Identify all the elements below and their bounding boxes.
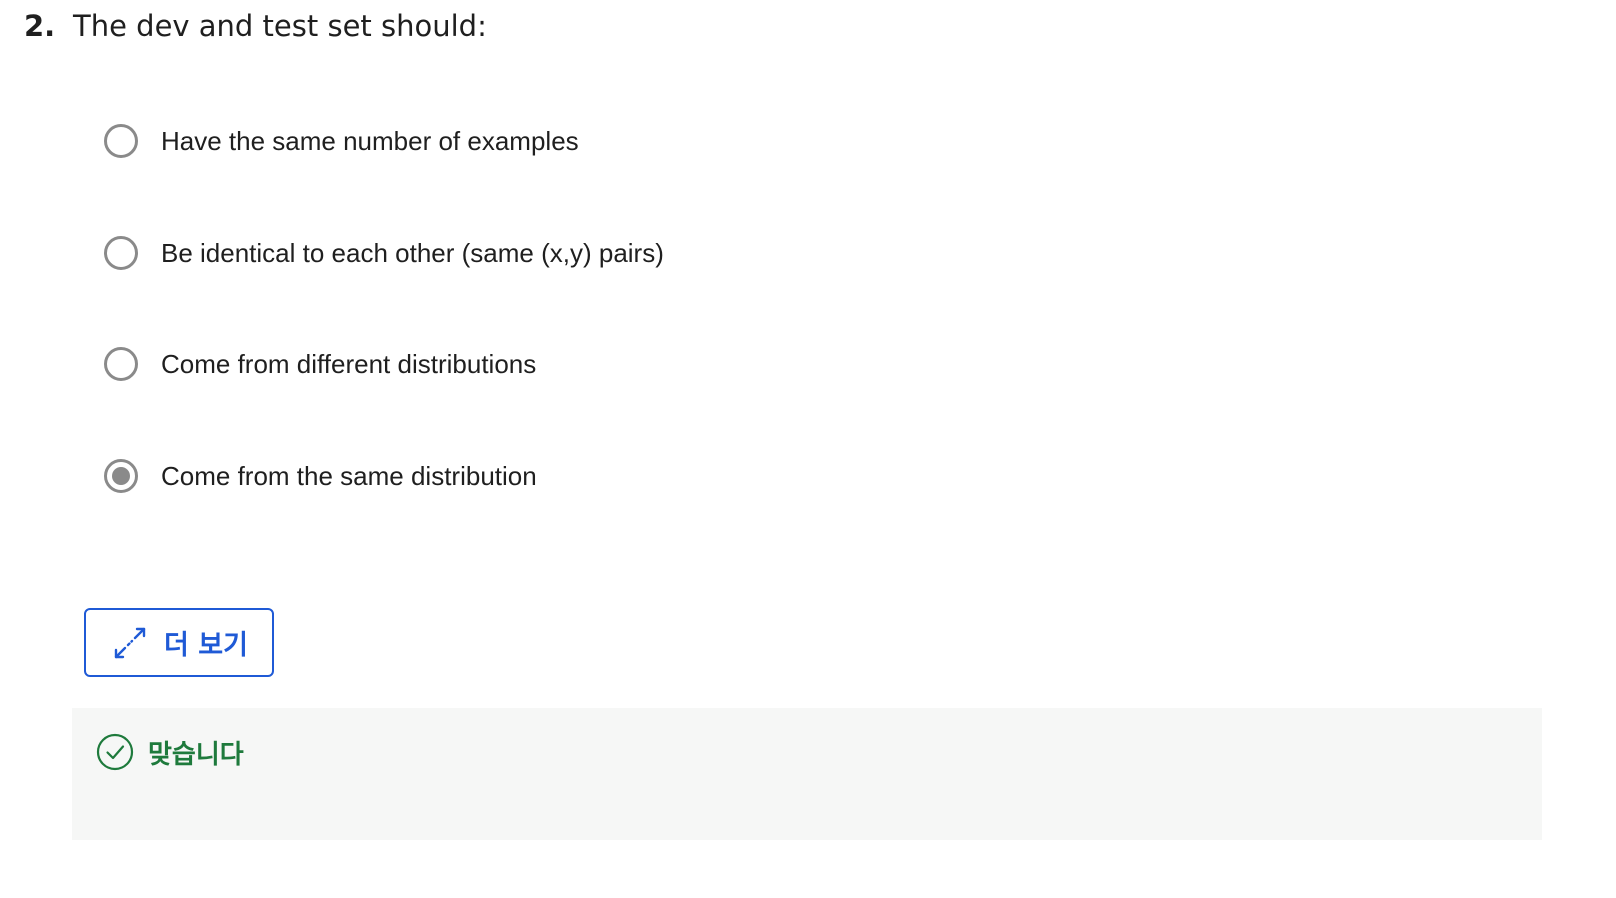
more-button-label: 더 보기: [164, 630, 248, 661]
question-text: The dev and test set should:: [73, 9, 487, 43]
option-same-number-of-examples[interactable]: Have the same number of examples: [104, 121, 579, 161]
option-identical-pairs[interactable]: Be identical to each other (same (x,y) p…: [104, 233, 664, 273]
option-different-distributions[interactable]: Come from different distributions: [104, 344, 536, 384]
question-header: 2. The dev and test set should:: [24, 6, 487, 46]
radio-dot: [112, 467, 130, 485]
question-number: 2.: [24, 9, 56, 43]
feedback-row: 맞습니다: [96, 732, 244, 772]
radio-button-selected[interactable]: [104, 459, 138, 493]
more-button[interactable]: 더 보기: [84, 608, 274, 677]
option-label: Come from different distributions: [161, 348, 537, 379]
option-label: Be identical to each other (same (x,y) p…: [161, 237, 664, 268]
feedback-text: 맞습니다: [148, 739, 244, 770]
option-label: Come from the same distribution: [161, 460, 537, 491]
radio-button[interactable]: [104, 124, 138, 158]
expand-icon: [110, 623, 150, 663]
radio-button[interactable]: [104, 347, 138, 381]
feedback-panel: 맞습니다: [72, 708, 1542, 840]
radio-button[interactable]: [104, 236, 138, 270]
check-circle-icon: [96, 733, 134, 771]
option-label: Have the same number of examples: [161, 125, 579, 156]
option-same-distribution[interactable]: Come from the same distribution: [104, 456, 537, 496]
